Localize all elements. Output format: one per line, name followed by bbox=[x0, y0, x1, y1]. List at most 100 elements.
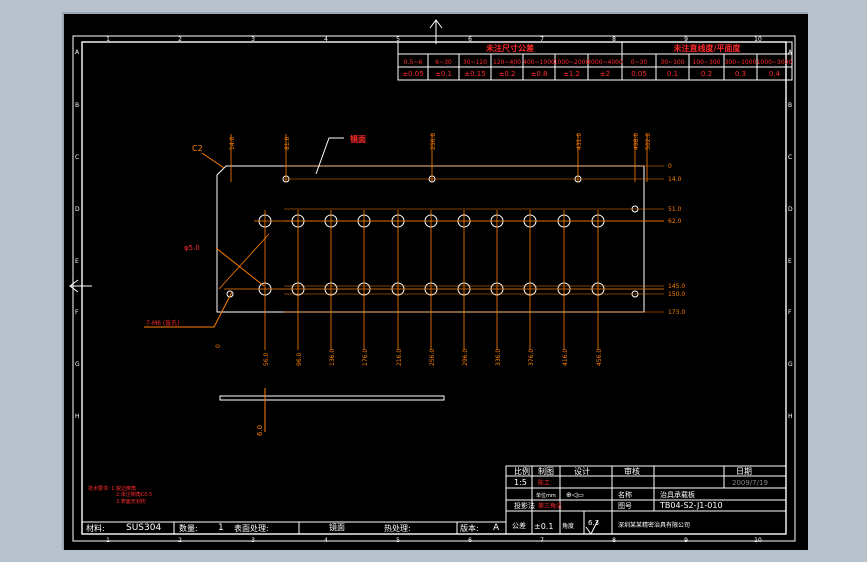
dim-range-cell: 30~120 bbox=[463, 59, 487, 66]
dim-tolerance-header: 未注尺寸公差 bbox=[485, 43, 534, 53]
tb-draw-header: 制图 bbox=[538, 466, 554, 476]
tb-version: A bbox=[493, 523, 500, 533]
right-dim-label: 145.0 bbox=[668, 283, 685, 290]
border-row-label: D bbox=[788, 206, 793, 213]
flat-tolerance-header: 未注直线度/平面度 bbox=[673, 43, 742, 53]
top-dim-label: 81.0 bbox=[284, 136, 291, 150]
border-row-label: G bbox=[788, 361, 793, 368]
flat-tol-cell: 0.2 bbox=[701, 70, 712, 78]
tb-version-label: 版本: bbox=[460, 523, 479, 533]
flat-tol-cell: 0.05 bbox=[631, 70, 647, 78]
border-col-label: 1 bbox=[106, 537, 110, 544]
tb-material: SUS304 bbox=[126, 523, 161, 533]
note-line-3: 3.表面无划伤 bbox=[116, 498, 146, 505]
border-col-label: 2 bbox=[178, 537, 182, 544]
tb-unit-note: 单位mm bbox=[536, 492, 556, 499]
tb-angle-label: 角度 bbox=[562, 522, 574, 530]
tb-part-name-label: 名称 bbox=[618, 490, 632, 499]
tb-projection-label: 投影法 bbox=[514, 501, 535, 510]
border-row-label: E bbox=[788, 258, 792, 265]
flat-range-cell: 30~100 bbox=[660, 59, 684, 66]
tb-company: 深圳某某精密治具有限公司 bbox=[618, 521, 690, 529]
border-col-label: 3 bbox=[251, 36, 255, 43]
dim-tol-cell: ±0.2 bbox=[499, 70, 516, 78]
dimension-lines: 14.0 81.0 256.0 431.0 498.0 502.0 0 14.0 51.0 62.… bbox=[215, 133, 685, 366]
tb-proj-note: 第三角法 bbox=[538, 502, 562, 510]
dim-range-cell: 400~1000 bbox=[523, 59, 555, 66]
top-dim-label: 431.0 bbox=[576, 133, 583, 150]
border-row-label: C bbox=[75, 154, 79, 161]
part-side-view: 6.0 bbox=[219, 388, 445, 436]
top-center-mark-icon bbox=[429, 19, 443, 44]
tb-tolerance: ±0.1 bbox=[534, 522, 553, 531]
flat-range-cell: 0~30 bbox=[631, 59, 648, 66]
border-row-label: F bbox=[788, 309, 792, 316]
bottom-dim-label: 296.0 bbox=[462, 349, 469, 366]
right-dim-label: 62.0 bbox=[668, 218, 682, 225]
tb-surface-label: 表面处理: bbox=[234, 523, 269, 533]
hole-note: φ5.0 bbox=[184, 244, 200, 252]
right-dim-label: 14.0 bbox=[668, 176, 682, 183]
tb-surface: 镜面 bbox=[329, 522, 345, 532]
note-line-2: 2.未注倒角C0.5 bbox=[116, 491, 152, 498]
dim-range-cell: 0.5~6 bbox=[404, 59, 423, 66]
technical-notes: 技术要求: 1.锐边倒角 2.未注倒角C0.5 3.表面无划伤 bbox=[88, 485, 152, 505]
tb-qty: 1 bbox=[218, 523, 224, 533]
bottom-dim-label: 96.0 bbox=[296, 352, 303, 366]
chamfer-callout: C2 bbox=[192, 144, 225, 169]
tb-scale-value: 1:5 bbox=[514, 478, 527, 487]
tolerance-table: 未注尺寸公差 未注直线度/平面度 0.5~6 ±0.05 6~30 ±0.1 30~12… bbox=[397, 41, 793, 81]
border-col-label: 2 bbox=[178, 36, 182, 43]
border-row-label: A bbox=[75, 49, 80, 56]
cad-viewport[interactable]: 1 1 2 2 3 3 4 4 5 5 6 6 7 7 8 8 9 9 10 10 AABBCCDDEEFFGGHH … bbox=[62, 12, 808, 550]
border-column-labels: 1122334455667788991010 bbox=[106, 36, 762, 544]
tap-note: 7-M6 (盲孔) bbox=[146, 319, 180, 327]
bottom-dim-label: 456.0 bbox=[596, 349, 603, 366]
top-dim-label: 14.0 bbox=[229, 136, 236, 150]
flat-tol-cell: 0.4 bbox=[769, 70, 781, 78]
bottom-dim-label: 176.0 bbox=[362, 349, 369, 366]
border-col-label: 8 bbox=[612, 537, 616, 544]
top-dim-label: 256.0 bbox=[430, 133, 437, 150]
border-col-label: 4 bbox=[324, 36, 328, 43]
tb-date-header: 日期 bbox=[736, 467, 752, 476]
tb-material-label: 材料: bbox=[86, 523, 105, 533]
surface-callout: 镜面 bbox=[315, 134, 366, 175]
part-top-view: 14.0 81.0 256.0 431.0 498.0 502.0 0 14.0 51.0 62.… bbox=[215, 133, 685, 366]
border-row-label: F bbox=[75, 309, 79, 316]
dim-tol-cell: ±0.8 bbox=[531, 70, 548, 78]
bottom-dim-label: 336.0 bbox=[495, 349, 502, 366]
dim-tol-cell: ±0.05 bbox=[402, 70, 423, 78]
bottom-dim-label: 56.0 bbox=[263, 352, 270, 366]
border-row-label: B bbox=[75, 102, 79, 109]
dim-range-cell: 120~400 bbox=[493, 59, 521, 66]
border-row-label: H bbox=[75, 413, 80, 420]
dim-range-cell: 6~30 bbox=[435, 59, 452, 66]
border-row-label: B bbox=[788, 102, 792, 109]
tb-part-name: 治具承载板 bbox=[660, 490, 695, 499]
dim-tol-cell: ±0.1 bbox=[435, 70, 452, 78]
right-dim-label: 173.0 bbox=[668, 309, 685, 316]
surface-label-text: 镜面 bbox=[350, 134, 366, 144]
border-col-label: 4 bbox=[324, 537, 328, 544]
dim-tol-cell: ±2 bbox=[600, 70, 610, 78]
tb-design-header: 设计 bbox=[574, 466, 590, 476]
tb-date: 2009/7/19 bbox=[732, 479, 768, 487]
bottom-dim-label: 376.0 bbox=[528, 349, 535, 366]
border-col-label: 10 bbox=[754, 537, 762, 544]
border-row-label: C bbox=[788, 154, 792, 161]
dim-tol-cell: ±0.15 bbox=[464, 70, 485, 78]
border-row-label: D bbox=[75, 206, 80, 213]
border-row-label: H bbox=[788, 413, 793, 420]
flat-range-cell: 1000~3000 bbox=[757, 59, 793, 66]
tb-tolerance-label: 公差 bbox=[512, 521, 526, 530]
right-dim-label: 150.0 bbox=[668, 291, 685, 298]
bottom-dim-label: 0 bbox=[215, 344, 222, 348]
tb-projection-icon: ⊕◁▭ bbox=[566, 491, 584, 499]
border-col-label: 6 bbox=[468, 537, 472, 544]
tb-heat-label: 热处理: bbox=[384, 523, 411, 533]
flat-range-cell: 100~300 bbox=[693, 59, 721, 66]
cad-drawing: 1122334455667788991010 A AB BC CD DE EF FG GH H … bbox=[69, 19, 796, 544]
border-row-label: G bbox=[75, 361, 80, 368]
mounting-holes bbox=[226, 175, 639, 298]
